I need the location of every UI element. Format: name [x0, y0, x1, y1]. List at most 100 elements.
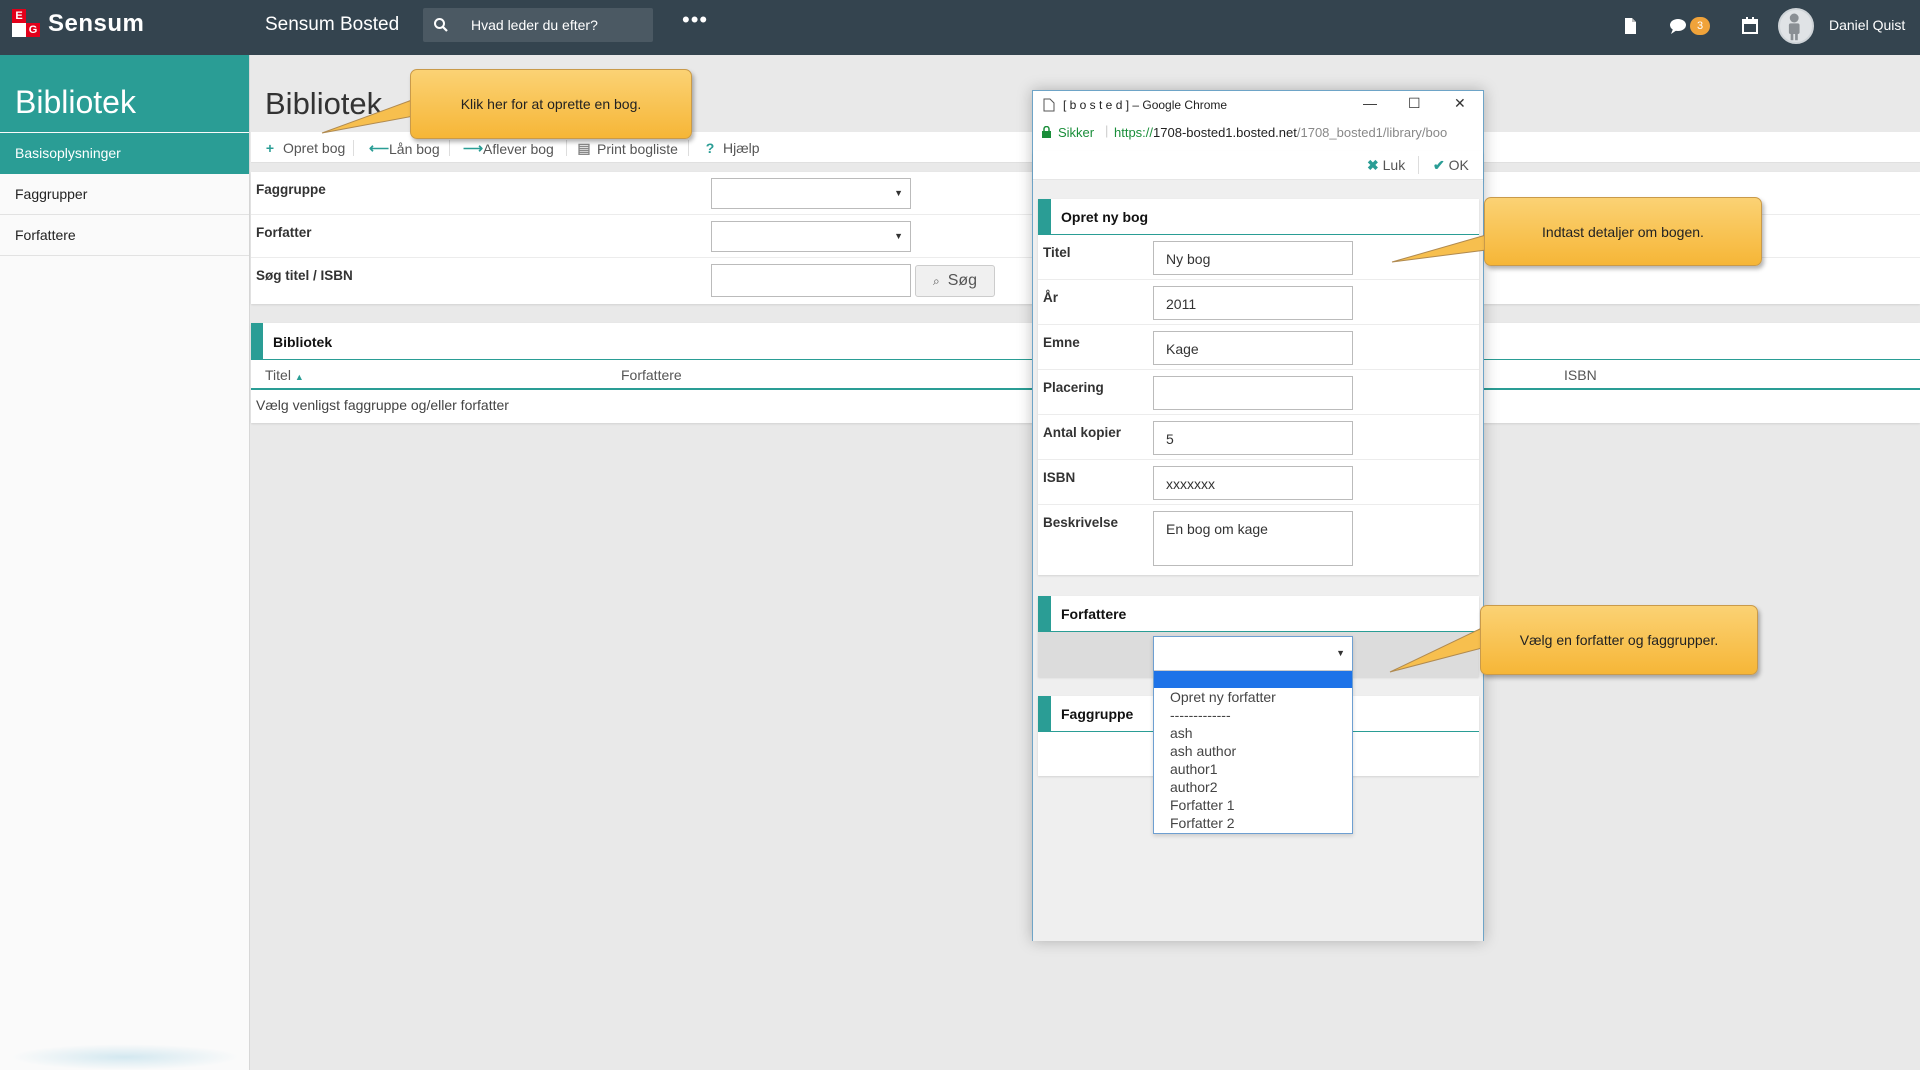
emne-input[interactable]: Kage: [1153, 331, 1353, 365]
create-book-title: Opret ny bog: [1061, 209, 1149, 225]
dropdown-highlighted-option[interactable]: [1154, 671, 1352, 688]
address-bar[interactable]: Sikker | https://1708-bosted1.bosted.net…: [1033, 122, 1483, 146]
maximize-button[interactable]: ☐: [1408, 95, 1421, 112]
sidebar-decoration: [10, 1044, 240, 1070]
search-button-label: Søg: [947, 272, 978, 289]
faggruppe-label: Faggruppe: [256, 182, 326, 197]
logo-letter-g: G: [26, 23, 40, 37]
field-row-emne: Emne Kage: [1038, 325, 1479, 370]
magnifier-icon: ⌕: [932, 273, 940, 288]
minimize-button[interactable]: —: [1363, 95, 1377, 111]
callout-create-book: Klik her for at oprette en bog.: [410, 69, 692, 139]
return-book-button[interactable]: ⟶ Aflever bog: [463, 140, 554, 157]
isbn-input[interactable]: xxxxxxx: [1153, 466, 1353, 500]
logo-letter-e: E: [12, 9, 26, 23]
field-row-isbn: ISBN xxxxxxx: [1038, 460, 1479, 505]
sort-ascending-icon: ▲: [294, 372, 304, 382]
author-select-dropdown[interactable]: ▼ Opret ny forfatter ------------- ash a…: [1153, 636, 1353, 834]
search-placeholder: Hvad leder du efter?: [471, 17, 598, 33]
calendar-icon[interactable]: [1740, 16, 1760, 36]
dropdown-option[interactable]: Forfatter 2: [1154, 814, 1352, 832]
search-title-isbn-input[interactable]: [711, 264, 911, 297]
help-icon: ?: [705, 140, 715, 156]
search-icon: [434, 18, 448, 32]
secure-label: Sikker: [1058, 125, 1095, 140]
help-label: Hjælp: [723, 140, 760, 156]
dropdown-option[interactable]: author2: [1154, 778, 1352, 796]
forfatter-label: Forfatter: [256, 225, 312, 240]
lock-icon: [1042, 126, 1051, 138]
placering-input[interactable]: [1153, 376, 1353, 410]
arrow-left-icon: ⟵: [369, 140, 390, 156]
sidebar-item-forfattere[interactable]: Forfattere: [0, 215, 249, 256]
arrow-right-icon: ⟶: [463, 140, 484, 156]
url-text: https://1708-bosted1.bosted.net/1708_bos…: [1114, 125, 1448, 140]
more-menu-button[interactable]: •••: [682, 9, 708, 31]
field-row-beskrivelse: Beskrivelse En bog om kage: [1038, 505, 1479, 573]
dropdown-option[interactable]: ash author: [1154, 742, 1352, 760]
dropdown-option[interactable]: ash: [1154, 724, 1352, 742]
beskrivelse-textarea[interactable]: En bog om kage: [1153, 511, 1353, 566]
page-title: Bibliotek: [265, 86, 383, 121]
app-title[interactable]: Sensum Bosted: [265, 14, 399, 36]
ok-button[interactable]: ✔ OK: [1433, 157, 1469, 174]
print-booklist-label: Print bogliste: [597, 140, 678, 157]
antal-kopier-input[interactable]: 5: [1153, 421, 1353, 455]
close-icon: ✖: [1367, 157, 1379, 173]
print-booklist-button[interactable]: ▤ Print bogliste: [577, 140, 678, 157]
emne-label: Emne: [1043, 335, 1080, 350]
field-row-aar: År 2011: [1038, 280, 1479, 325]
chat-icon[interactable]: [1668, 16, 1688, 36]
page-icon: [1043, 98, 1055, 112]
logo-text: Sensum: [48, 10, 145, 37]
create-book-button[interactable]: + Opret bog: [263, 140, 345, 156]
close-dialog-button[interactable]: ✖ Luk: [1367, 157, 1405, 174]
sidebar-item-faggrupper[interactable]: Faggrupper: [0, 174, 249, 215]
column-authors[interactable]: Forfattere: [621, 367, 682, 383]
plus-icon: +: [265, 140, 275, 156]
global-search[interactable]: Hvad leder du efter?: [423, 8, 653, 42]
column-title[interactable]: Titel ▲: [265, 367, 304, 383]
search-button[interactable]: ⌕ Søg: [915, 265, 995, 297]
person-icon: [1788, 13, 1800, 41]
return-book-label: Aflever bog: [483, 140, 554, 157]
beskrivelse-label: Beskrivelse: [1043, 515, 1119, 530]
sidebar-title: Bibliotek: [0, 55, 249, 132]
close-window-button[interactable]: ✕: [1454, 95, 1466, 112]
aar-input[interactable]: 2011: [1153, 286, 1353, 320]
authors-header: Forfattere: [1038, 596, 1479, 632]
column-isbn[interactable]: ISBN: [1564, 367, 1597, 383]
aar-label: År: [1043, 290, 1059, 305]
top-navigation-bar: E G Sensum Sensum Bosted Hvad leder du e…: [0, 0, 1920, 55]
forfatter-select[interactable]: ▼: [711, 221, 911, 252]
sensum-logo[interactable]: E G Sensum: [12, 9, 144, 39]
window-title: [ b o s t e d ] – Google Chrome: [1063, 98, 1228, 112]
dropdown-option[interactable]: author1: [1154, 760, 1352, 778]
eg-logo-icon: E G: [12, 9, 40, 39]
user-avatar[interactable]: [1778, 8, 1814, 44]
chevron-down-icon: ▼: [1336, 648, 1345, 658]
document-icon[interactable]: [1620, 16, 1640, 36]
dropdown-option[interactable]: Forfatter 1: [1154, 796, 1352, 814]
callout-select-author: Vælg en forfatter og faggrupper.: [1480, 605, 1758, 675]
chevron-down-icon: ▼: [894, 188, 903, 198]
dropdown-option[interactable]: Opret ny forfatter: [1154, 688, 1352, 706]
field-row-antal-kopier: Antal kopier 5: [1038, 415, 1479, 460]
author-select-box[interactable]: ▼: [1154, 637, 1352, 671]
faggruppe-select[interactable]: ▼: [711, 178, 911, 209]
titel-label: Titel: [1043, 245, 1071, 260]
sidebar-item-basisoplysninger[interactable]: Basisoplysninger: [0, 133, 249, 174]
titel-input[interactable]: Ny bog: [1153, 241, 1353, 275]
field-row-placering: Placering: [1038, 370, 1479, 415]
help-button[interactable]: ? Hjælp: [703, 140, 760, 156]
callout-enter-details: Indtast detaljer om bogen.: [1484, 197, 1762, 266]
field-row-titel: Titel Ny bog: [1038, 235, 1479, 280]
faggruppe-title: Faggruppe: [1061, 706, 1134, 722]
search-title-isbn-label: Søg titel / ISBN: [256, 268, 353, 283]
print-icon: ▤: [577, 140, 591, 156]
antal-kopier-label: Antal kopier: [1043, 425, 1122, 440]
user-name[interactable]: Daniel Quist: [1829, 17, 1905, 33]
popup-action-bar: ✖ Luk ✔ OK: [1033, 151, 1483, 180]
lend-book-button[interactable]: ⟵ Lån bog: [369, 140, 440, 157]
notification-badge[interactable]: 3: [1690, 17, 1710, 35]
